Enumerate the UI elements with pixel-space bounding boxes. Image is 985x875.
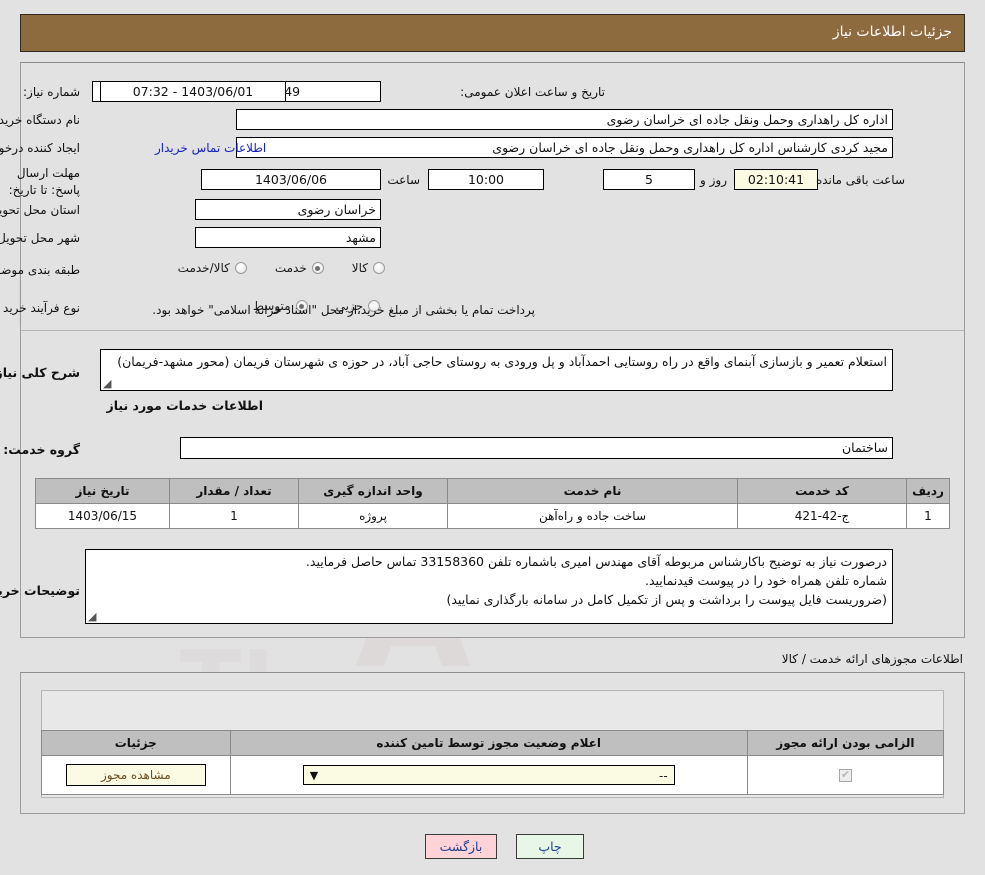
deadline-date-value: 1403/06/06 (201, 169, 381, 190)
need-number-label: شماره نیاز: (23, 85, 80, 99)
subject-category-radio-1[interactable] (311, 262, 324, 274)
services-col-header-1: کد خدمت (737, 478, 907, 504)
section-divider (21, 330, 964, 331)
page-title: جزئیات اطلاعات نیاز (832, 24, 952, 40)
licence-table-header-row: الزامی بودن ارائه مجوز اعلام وضعیت مجوز ت… (41, 730, 945, 756)
services-col-header-4: تعداد / مقدار (169, 478, 299, 504)
announcement-datetime-label: تاریخ و ساعت اعلان عمومی: (460, 85, 605, 99)
need-description-label: شرح کلی نیاز: (0, 365, 80, 380)
service-group-value: ساختمان (180, 437, 893, 459)
services-col-header-3: واحد اندازه گیری (298, 478, 448, 504)
licence-details-cell: مشاهده مجوز (41, 755, 231, 795)
need-description-text: استعلام تعمیر و بازسازی آبنمای واقع در ر… (117, 354, 887, 369)
delivery-province-value: خراسان رضوی (195, 199, 381, 220)
request-creator-value: مجید کردی کارشناس اداره کل راهداری وحمل … (236, 137, 893, 158)
subject-category-radio-2[interactable] (234, 262, 247, 274)
page-root: ‹ AnaTender.net A TL جزئیات اطلاعات نیاز… (0, 0, 985, 875)
announcement-datetime-value: 1403/06/01 - 07:32 (100, 81, 286, 102)
purchase-process-label: نوع فرآیند خرید : (0, 301, 80, 315)
delivery-province-label: استان محل تحویل: (0, 203, 80, 217)
subject-category-option-1[interactable]: خدمت (275, 261, 324, 275)
licence-status-select[interactable]: ▼ -- (302, 765, 675, 785)
buyer-contact-link[interactable]: اطلاعات تماس خریدار (155, 141, 266, 155)
licence-table-row: ▼ -- مشاهده مجوز (41, 755, 945, 795)
licence-status-cell: ▼ -- (229, 755, 748, 795)
subject-category-label-0: کالا (351, 261, 368, 275)
remaining-hours-label: ساعت باقی مانده (815, 173, 905, 187)
remaining-time-value: 02:10:41 (734, 169, 818, 190)
deadline-hour-label: ساعت (387, 173, 420, 187)
services-cell-row: 1 (906, 503, 950, 529)
window-title-bar: جزئیات اطلاعات نیاز (20, 14, 965, 52)
remaining-days-label: روز و (700, 173, 727, 187)
delivery-city-label: شهر محل تحویل: (0, 231, 80, 245)
services-table: ردیف کد خدمت نام خدمت واحد اندازه گیری تعداد… (35, 478, 950, 529)
services-cell-unit: پروژه (298, 503, 448, 529)
delivery-city-value: مشهد (195, 227, 381, 248)
services-col-header-0: ردیف (906, 478, 950, 504)
table-row: 1 ج-42-421 ساخت جاده و راه‌آهن پروژه 1 1403/0… (35, 503, 950, 529)
services-table-header-row: ردیف کد خدمت نام خدمت واحد اندازه گیری تعداد… (35, 478, 950, 504)
services-col-header-2: نام خدمت (447, 478, 738, 504)
subject-category-label-1: خدمت (274, 261, 307, 275)
subject-category-label-2: کالا/خدمت (177, 261, 230, 275)
buyer-note-line-0: درصورت نیاز به توضیح باکارشناس مربوطه آق… (305, 554, 887, 569)
buyer-notes-value: درصورت نیاز به توضیح باکارشناس مربوطه آق… (85, 549, 893, 624)
subject-category-option-0[interactable]: کالا (352, 261, 385, 275)
resize-grip-icon-2: ◢ (88, 610, 97, 623)
view-licence-button[interactable]: مشاهده مجوز (65, 764, 206, 786)
services-cell-name: ساخت جاده و راه‌آهن (447, 503, 738, 529)
chevron-down-icon: ▼ (309, 769, 319, 782)
services-section-title: اطلاعات خدمات مورد نیاز (106, 398, 264, 413)
need-description-value: استعلام تعمیر و بازسازی آبنمای واقع در ر… (100, 349, 893, 391)
resize-grip-icon: ◢ (103, 377, 112, 390)
licence-required-cell (746, 755, 945, 795)
subject-category-label: طبقه بندی موضوعی: (0, 263, 80, 277)
buyer-org-label: نام دستگاه خریدار: (0, 113, 80, 127)
licence-col-header-2: جزئیات (41, 730, 231, 756)
subject-category-option-2[interactable]: کالا/خدمت (178, 261, 247, 275)
buyer-org-value: اداره کل راهداری وحمل ونقل جاده ای خراسا… (236, 109, 893, 130)
service-group-label: گروه خدمت: (3, 442, 80, 457)
services-col-header-5: تاریخ نیاز (35, 478, 170, 504)
licence-table: الزامی بودن ارائه مجوز اعلام وضعیت مجوز ت… (41, 730, 945, 795)
buyer-note-line-2: (ضروریست فایل پیوست را برداشت و پس از تک… (446, 592, 887, 607)
back-button[interactable]: بازگشت (425, 834, 497, 859)
request-creator-label: ایجاد کننده درخواست: (0, 141, 80, 155)
print-button[interactable]: چاپ (516, 834, 584, 859)
services-cell-date: 1403/06/15 (35, 503, 170, 529)
licence-col-header-0: الزامی بودن ارائه مجوز (746, 730, 945, 756)
licence-status-value: -- (659, 769, 668, 783)
buyer-note-line-1: شماره تلفن همراه خود را در پیوست قیدنمای… (644, 573, 887, 588)
deadline-label: مهلت ارسال پاسخ: تا تاریخ: (8, 166, 80, 197)
deadline-hour-value: 10:00 (428, 169, 544, 190)
subject-category-radio-0[interactable] (373, 262, 385, 274)
remaining-days-value: 5 (603, 169, 695, 190)
subject-category-radio-group[interactable]: کالا خدمت کالا/خدمت (156, 261, 385, 275)
licence-required-checkbox[interactable] (838, 768, 852, 782)
licence-col-header-1: اعلام وضعیت مجوز توسط تامین کننده (229, 730, 748, 756)
services-cell-qty: 1 (169, 503, 299, 529)
buyer-notes-label: توضیحات خریدار: (0, 583, 80, 598)
purchase-process-note: پرداخت تمام یا بخشی از مبلغ خرید،از محل … (152, 303, 535, 317)
licence-section-title: اطلاعات مجوزهای ارائه خدمت / کالا (781, 652, 963, 666)
services-cell-code: ج-42-421 (737, 503, 907, 529)
